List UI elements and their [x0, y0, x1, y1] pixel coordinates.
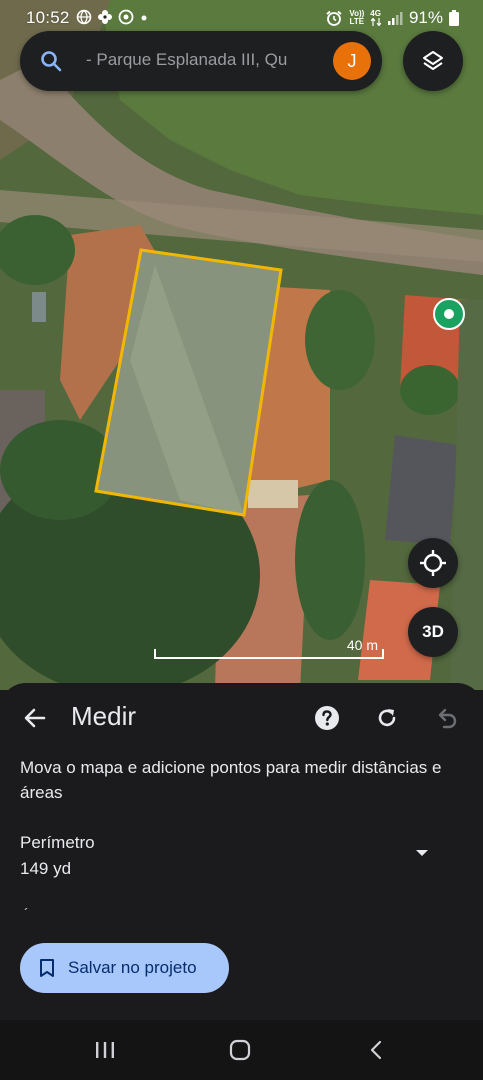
recents-icon[interactable]: [94, 1039, 116, 1061]
undo-icon[interactable]: [434, 705, 460, 731]
data-arrows-icon: [370, 18, 381, 26]
dropdown-arrow-icon[interactable]: [414, 848, 430, 858]
home-icon[interactable]: [229, 1039, 251, 1061]
measure-sheet: Medir Mova o mapa e adicione pontos para…: [0, 683, 483, 1020]
search-bar[interactable]: - Parque Esplanada III, Qu J: [20, 31, 382, 91]
battery-icon: [449, 10, 459, 26]
dot-icon: [141, 15, 147, 21]
scale-label: 40 m: [346, 637, 378, 653]
refresh-icon[interactable]: [374, 705, 400, 731]
layers-icon: [423, 51, 443, 70]
chrome-icon: [118, 9, 134, 25]
account-avatar[interactable]: J: [333, 42, 371, 80]
save-button-label: Salvar no projeto: [68, 958, 197, 977]
back-icon[interactable]: [366, 1039, 388, 1061]
volte-indicator: Vo)) LTE: [349, 10, 364, 26]
lte-tag: LTE: [349, 17, 365, 26]
faint-mark: ´: [24, 905, 29, 921]
globe-icon: [76, 9, 92, 25]
layers-button[interactable]: [403, 31, 463, 91]
satellite-map[interactable]: 3D 40 m: [0, 0, 483, 690]
help-icon[interactable]: [314, 705, 340, 731]
alarm-icon: [326, 10, 342, 26]
search-icon: [41, 51, 62, 72]
sheet-title: Medir: [71, 701, 137, 731]
crosshair-icon: [420, 550, 446, 576]
search-query-text[interactable]: - Parque Esplanada III, Qu: [86, 50, 338, 70]
system-nav-bar: [0, 1020, 483, 1080]
maps-screen: 3D 40 m 10:52 Vo)) LTE 4G 91% - Parque E…: [0, 0, 483, 1080]
status-bar: 10:52 Vo)) LTE 4G 91%: [0, 0, 483, 34]
measured-area-outline: [94, 248, 283, 517]
measure-instructions: Mova o mapa e adicione pontos para medir…: [20, 758, 442, 802]
bookmark-icon: [40, 959, 54, 977]
map-scale: 40 m: [154, 637, 384, 659]
status-time: 10:52: [26, 8, 70, 27]
my-location-button[interactable]: [408, 538, 458, 588]
status-notification-icons: [76, 9, 149, 25]
3d-view-button[interactable]: 3D: [408, 607, 458, 657]
save-to-project-button[interactable]: Salvar no projeto: [20, 943, 229, 993]
status-system-icons: Vo)) LTE 4G 91%: [325, 8, 459, 28]
battery-percent: 91%: [408, 8, 443, 27]
pinwheel-icon: [98, 10, 112, 24]
network-4g: 4G: [370, 9, 381, 18]
mobile-data-indicator: 4G: [370, 10, 381, 26]
signal-icon: [387, 12, 403, 25]
back-arrow-icon[interactable]: [22, 705, 48, 731]
place-pin-icon[interactable]: [433, 298, 465, 330]
perimeter-value: 149 yd: [20, 859, 72, 878]
perimeter-label: Perímetro: [20, 833, 95, 852]
